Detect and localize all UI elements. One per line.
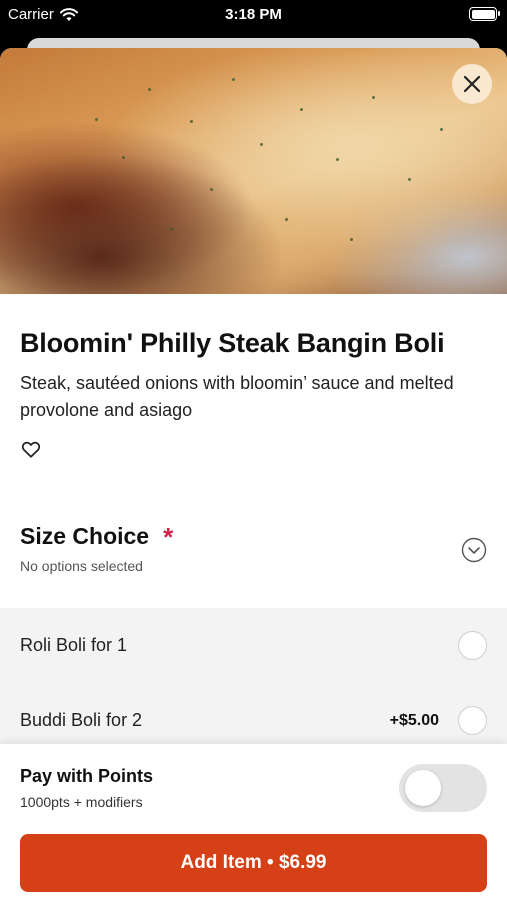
pay-with-points-subtitle: 1000pts + modifiers — [20, 794, 143, 810]
size-option-roli-boli[interactable]: Roli Boli for 1 — [0, 608, 507, 683]
option-label: Roli Boli for 1 — [20, 635, 128, 655]
pay-with-points-toggle[interactable] — [399, 764, 487, 812]
close-icon — [463, 75, 481, 93]
size-choice-title: Size Choice — [20, 523, 150, 549]
chevron-down-icon[interactable] — [461, 537, 487, 563]
close-button[interactable] — [452, 64, 492, 104]
status-bar: Carrier 3:18 PM — [0, 0, 507, 30]
option-radio[interactable] — [458, 706, 487, 735]
size-choice-status: No options selected — [20, 558, 143, 574]
item-image — [0, 48, 507, 294]
option-radio[interactable] — [458, 631, 487, 660]
status-time: 3:18 PM — [225, 6, 282, 23]
add-item-button[interactable]: Add Item • $6.99 — [20, 834, 487, 892]
size-options-list: Roli Boli for 1 Buddi Boli for 2 +$5.00 — [0, 608, 507, 758]
size-choice-header[interactable]: Size Choice * No options selected — [20, 523, 487, 583]
battery-icon — [469, 7, 500, 21]
heart-icon[interactable] — [20, 438, 42, 460]
option-label: Buddi Boli for 2 — [20, 710, 143, 730]
pay-with-points-title: Pay with Points — [20, 766, 154, 786]
required-asterisk: * — [163, 521, 174, 552]
checkout-panel: Pay with Points 1000pts + modifiers Add … — [0, 744, 507, 900]
toggle-knob — [405, 770, 441, 806]
option-price: +$5.00 — [389, 711, 439, 729]
item-description: Steak, sautéed onions with bloomin’ sauc… — [20, 373, 454, 420]
item-detail-sheet: Bloomin' Philly Steak Bangin Boli Steak,… — [0, 48, 507, 900]
item-title: Bloomin' Philly Steak Bangin Boli — [20, 328, 445, 358]
